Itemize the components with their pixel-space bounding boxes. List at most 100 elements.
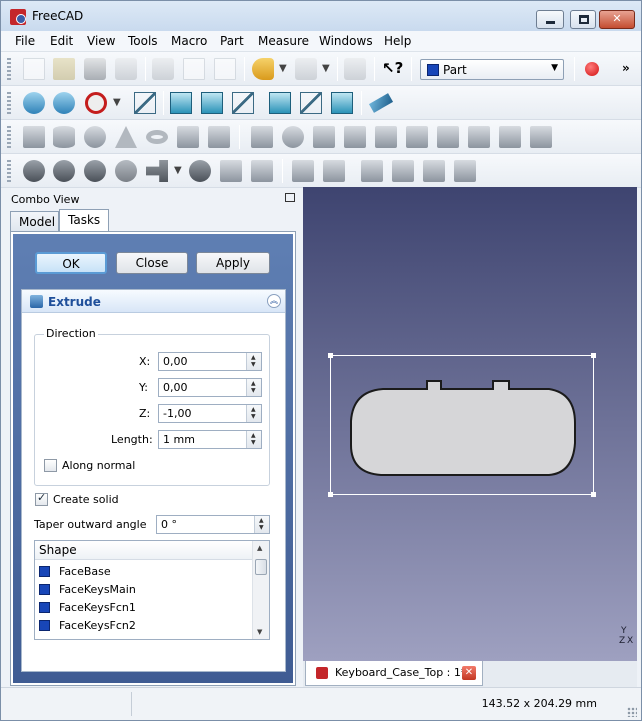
- whats-this-icon[interactable]: ↖?: [382, 59, 404, 81]
- extrude-icon[interactable]: [251, 126, 273, 148]
- menu-part[interactable]: Part: [220, 34, 244, 48]
- ruled-surface-icon[interactable]: [437, 126, 459, 148]
- collapse-icon[interactable]: ︽: [267, 294, 281, 308]
- apply-button[interactable]: Apply: [196, 252, 270, 274]
- save-icon[interactable]: [84, 58, 106, 80]
- shape-list-scrollbar[interactable]: ▲ ▼: [252, 541, 269, 639]
- print-icon[interactable]: [115, 58, 137, 80]
- compound-icon[interactable]: [220, 160, 242, 182]
- cross-sections-icon[interactable]: [392, 160, 414, 182]
- boolean-icon[interactable]: [23, 160, 45, 182]
- projection-icon[interactable]: [454, 160, 476, 182]
- tab-model[interactable]: Model: [10, 211, 59, 232]
- document-tab[interactable]: Keyboard_Case_Top : 1* ✕: [305, 661, 483, 686]
- new-document-icon[interactable]: [23, 58, 45, 80]
- close-button[interactable]: Close: [116, 252, 188, 274]
- length-spinbox[interactable]: 1 mm ▲ ▼: [158, 430, 262, 449]
- mirror-icon[interactable]: [313, 126, 335, 148]
- create-solid-checkbox[interactable]: [35, 491, 48, 506]
- redo-dropdown-icon[interactable]: ▼: [322, 63, 330, 85]
- fit-selection-icon[interactable]: [53, 92, 75, 114]
- redo-icon[interactable]: [295, 58, 317, 80]
- scroll-up-icon[interactable]: ▲: [257, 544, 262, 552]
- refresh-icon[interactable]: [344, 58, 366, 80]
- chamfer-icon[interactable]: [375, 126, 397, 148]
- 3d-viewport[interactable]: Y Z X: [303, 187, 637, 661]
- fit-all-icon[interactable]: [23, 92, 45, 114]
- join-features-icon[interactable]: [146, 160, 168, 182]
- taper-spinbox[interactable]: 0 ° ▲ ▼: [156, 515, 270, 534]
- undo-dropdown-icon[interactable]: ▼: [279, 63, 287, 85]
- sphere-primitive-icon[interactable]: [84, 126, 106, 148]
- torus-primitive-icon[interactable]: [146, 130, 168, 144]
- arrow-up-icon[interactable]: ▲: [259, 517, 264, 524]
- arrow-down-icon[interactable]: ▼: [251, 361, 256, 368]
- toolbar-overflow-icon[interactable]: »: [622, 61, 630, 75]
- scroll-thumb[interactable]: [255, 559, 267, 575]
- menu-measure[interactable]: Measure: [258, 34, 309, 48]
- cut-icon[interactable]: [152, 58, 174, 80]
- draw-style-dropdown-icon[interactable]: ▼: [113, 97, 121, 119]
- close-tab-icon[interactable]: ✕: [462, 666, 476, 680]
- resize-grip-icon[interactable]: [627, 707, 637, 717]
- draw-style-icon[interactable]: [85, 92, 107, 114]
- record-macro-icon[interactable]: [585, 62, 599, 76]
- y-spinbox[interactable]: 0,00 ▲ ▼: [158, 378, 262, 397]
- menu-edit[interactable]: Edit: [50, 34, 73, 48]
- close-window-button[interactable]: ✕: [599, 10, 635, 29]
- z-spinbox[interactable]: -1,00 ▲ ▼: [158, 404, 262, 423]
- arrow-up-icon[interactable]: ▲: [251, 354, 256, 361]
- view-axonometric-icon[interactable]: [134, 92, 156, 114]
- cylinder-primitive-icon[interactable]: [53, 126, 75, 148]
- arrow-down-icon[interactable]: ▼: [259, 524, 264, 531]
- minimize-button[interactable]: [536, 10, 564, 29]
- explode-compound-icon[interactable]: [251, 160, 273, 182]
- x-stepper[interactable]: ▲ ▼: [246, 353, 261, 370]
- ok-button[interactable]: OK: [35, 252, 107, 274]
- fuse-shapes-icon[interactable]: [84, 160, 106, 182]
- fillet-icon[interactable]: [344, 126, 366, 148]
- arrow-up-icon[interactable]: ▲: [251, 380, 256, 387]
- sweep-icon[interactable]: [499, 126, 521, 148]
- create-primitives-icon[interactable]: [177, 126, 199, 148]
- menu-help[interactable]: Help: [384, 34, 411, 48]
- defeaturing-icon[interactable]: [323, 160, 345, 182]
- view-right-icon[interactable]: [232, 92, 254, 114]
- view-front-icon[interactable]: [170, 92, 192, 114]
- menu-macro[interactable]: Macro: [171, 34, 207, 48]
- workbench-selector[interactable]: Part ▼: [420, 59, 564, 80]
- z-stepper[interactable]: ▲ ▼: [246, 405, 261, 422]
- arrow-down-icon[interactable]: ▼: [251, 413, 256, 420]
- taper-stepper[interactable]: ▲ ▼: [254, 516, 269, 533]
- along-normal-checkbox[interactable]: [44, 459, 57, 472]
- split-icon[interactable]: [189, 160, 211, 182]
- y-stepper[interactable]: ▲ ▼: [246, 379, 261, 396]
- menu-file[interactable]: File: [15, 34, 35, 48]
- make-face-icon[interactable]: [406, 126, 428, 148]
- view-rear-icon[interactable]: [269, 92, 291, 114]
- length-stepper[interactable]: ▲ ▼: [246, 431, 261, 448]
- arrow-down-icon[interactable]: ▼: [251, 387, 256, 394]
- common-shapes-icon[interactable]: [115, 160, 137, 182]
- menu-windows[interactable]: Windows: [319, 34, 373, 48]
- loft-icon[interactable]: [468, 126, 490, 148]
- view-bottom-icon[interactable]: [300, 92, 322, 114]
- arrow-down-icon[interactable]: ▼: [251, 439, 256, 446]
- keyboard-case-shape[interactable]: [343, 371, 583, 481]
- copy-icon[interactable]: [183, 58, 205, 80]
- arrow-up-icon[interactable]: ▲: [251, 406, 256, 413]
- thickness-icon[interactable]: [423, 160, 445, 182]
- view-top-icon[interactable]: [201, 92, 223, 114]
- cone-primitive-icon[interactable]: [115, 126, 137, 148]
- revolve-icon[interactable]: [282, 126, 304, 148]
- arrow-up-icon[interactable]: ▲: [251, 432, 256, 439]
- shape-list-header[interactable]: Shape: [35, 541, 253, 560]
- toolbar-grip[interactable]: [7, 126, 11, 148]
- offset-icon[interactable]: [530, 126, 552, 148]
- undock-icon[interactable]: [285, 193, 295, 202]
- section-icon[interactable]: [361, 160, 383, 182]
- toolbar-grip[interactable]: [7, 160, 11, 182]
- paste-icon[interactable]: [214, 58, 236, 80]
- toolbar-grip[interactable]: [7, 58, 11, 80]
- open-folder-icon[interactable]: [53, 58, 75, 80]
